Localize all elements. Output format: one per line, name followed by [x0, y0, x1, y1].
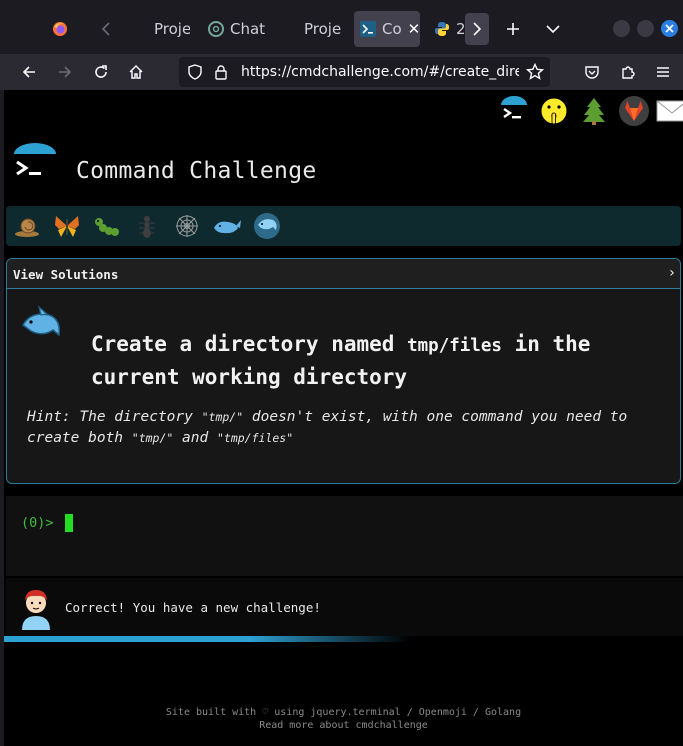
terminal-icon: [360, 21, 376, 37]
footer: Site built with ♡ using jquery.terminal …: [4, 706, 683, 732]
caterpillar-icon[interactable]: [92, 211, 122, 241]
pocket-icon: [585, 66, 599, 79]
challenge-panel: View Solutions › Create a directory name…: [6, 258, 681, 484]
progress-fill: [4, 636, 411, 642]
menu-button[interactable]: [649, 58, 677, 86]
home-icon: [129, 64, 143, 79]
hint-code: "tmp/files": [216, 431, 294, 445]
chevron-left-icon: [101, 22, 110, 36]
puzzle-icon: [622, 66, 635, 79]
arrow-left-icon: [22, 66, 35, 78]
pocket-button[interactable]: [578, 58, 606, 86]
tab-label: Proje: [154, 20, 190, 38]
footer-credits[interactable]: Site built with ♡ using jquery.terminal …: [4, 706, 683, 719]
new-tab-button[interactable]: [502, 18, 524, 40]
plus-icon: [507, 23, 519, 35]
site-title[interactable]: Command Challenge: [76, 158, 317, 184]
challenge-bug-bar: [6, 206, 681, 246]
back-button[interactable]: [15, 58, 43, 86]
dolphin-icon: [17, 303, 67, 353]
chevron-right-icon: [473, 22, 482, 36]
challenge-description: Create a directory named tmp/files in th…: [91, 329, 651, 393]
tab-scroll-left-button[interactable]: [96, 18, 116, 40]
arrow-right-icon: [59, 66, 72, 78]
tab-cmdchallenge[interactable]: Co ✕: [354, 11, 420, 47]
tree-icon[interactable]: [577, 94, 611, 128]
tab-python[interactable]: 2: [434, 11, 464, 47]
tab-proje-2[interactable]: Proje: [280, 11, 342, 47]
result-message-text: Correct! You have a new challenge!: [65, 600, 321, 615]
hint-text: Hint: The directory: [27, 409, 202, 425]
chevron-right-icon: ›: [667, 265, 676, 281]
cmdchallenge-icon[interactable]: [497, 94, 531, 128]
close-icon: [665, 24, 674, 33]
chatgpt-icon: [208, 21, 224, 37]
tab-bar: Proje Chat Proje Co ✕ 2: [0, 0, 683, 54]
close-window-button[interactable]: [661, 20, 678, 37]
terminal-prompt: (0)>: [21, 515, 54, 531]
terminal-cursor: [65, 514, 73, 532]
view-solutions-label: View Solutions: [13, 267, 119, 282]
list-all-tabs-button[interactable]: [542, 18, 564, 40]
hint-code: "tmp/": [201, 410, 244, 424]
progress-bar: [4, 636, 683, 642]
shushing-face-icon[interactable]: [537, 94, 571, 128]
home-button[interactable]: [122, 58, 150, 86]
tab-label: Co: [382, 20, 402, 38]
reload-button[interactable]: [87, 58, 115, 86]
top-icon-row: [483, 94, 683, 134]
challenge-text-part: Create a directory named: [91, 332, 395, 356]
person-icon: [18, 586, 54, 630]
footer-read-more-link[interactable]: Read more about cmdchallenge: [4, 719, 683, 732]
navigation-toolbar: https://cmdchallenge.com/#/create_dire: [0, 54, 683, 90]
challenge-hint: Hint: The directory "tmp/" doesn't exist…: [27, 407, 667, 449]
result-message: Correct! You have a new challenge!: [6, 578, 683, 638]
hint-text: and: [173, 430, 217, 446]
ant-icon[interactable]: [132, 211, 162, 241]
butterfly-icon[interactable]: [52, 211, 82, 241]
dolphin-icon[interactable]: [252, 211, 282, 241]
firefox-icon: [52, 21, 68, 37]
gitlab-icon[interactable]: [617, 94, 651, 128]
python-icon: [434, 21, 450, 37]
tab-proje-1[interactable]: Proje: [140, 11, 190, 47]
terminal-input[interactable]: (0)>: [6, 496, 683, 576]
extensions-button[interactable]: [614, 58, 642, 86]
site-logo-icon[interactable]: [12, 142, 58, 188]
tab-label: Chat: [230, 20, 266, 38]
hamburger-menu-icon: [657, 67, 669, 77]
tab-label: Proje: [304, 20, 342, 38]
bookmark-star-icon[interactable]: [525, 62, 545, 85]
web-page: Command Challenge View Solutions › Creat…: [4, 90, 683, 746]
lock-icon[interactable]: [213, 64, 229, 84]
tab-chat[interactable]: Chat: [208, 11, 268, 47]
tab-label: 2: [456, 20, 464, 38]
url-text[interactable]: https://cmdchallenge.com/#/create_dire: [241, 64, 519, 80]
tab-scroll-right-button[interactable]: [465, 13, 489, 45]
view-solutions-toggle[interactable]: View Solutions ›: [7, 259, 680, 289]
reload-icon: [95, 65, 107, 78]
chevron-down-icon: [546, 25, 560, 34]
tab-firefox[interactable]: [52, 11, 80, 47]
envelope-icon[interactable]: [655, 94, 683, 128]
forward-button[interactable]: [51, 58, 79, 86]
maximize-button[interactable]: [637, 20, 654, 37]
whale-icon[interactable]: [212, 211, 242, 241]
hint-code: "tmp/": [131, 431, 174, 445]
url-bar[interactable]: https://cmdchallenge.com/#/create_dire: [179, 57, 550, 87]
challenge-code: tmp/files: [407, 336, 502, 356]
minimize-button[interactable]: [613, 20, 630, 37]
tracking-protection-icon[interactable]: [187, 64, 203, 84]
snail-icon[interactable]: [12, 211, 42, 241]
spider-web-icon[interactable]: [172, 211, 202, 241]
close-tab-icon[interactable]: ✕: [408, 20, 420, 38]
